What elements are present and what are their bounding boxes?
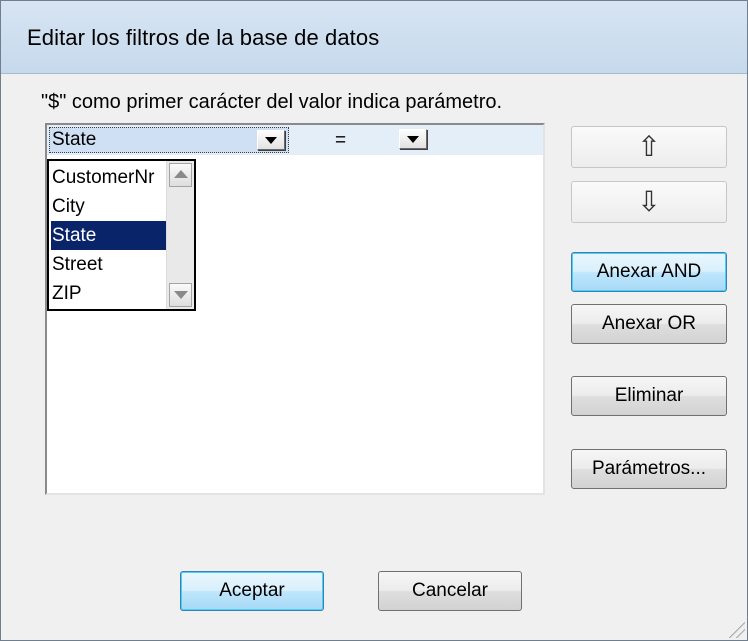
operator-value[interactable]: = [335, 130, 346, 152]
dropdown-option-zip[interactable]: ZIP [51, 279, 166, 308]
dropdown-option-city[interactable]: City [51, 192, 166, 221]
arrow-up-icon: ⇧ [637, 131, 661, 162]
field-dropdown-button[interactable] [257, 130, 285, 150]
delete-button[interactable]: Eliminar [571, 376, 727, 416]
arrow-down-icon: ⇩ [637, 186, 661, 217]
dropdown-option-state[interactable]: State [51, 221, 166, 250]
append-or-button[interactable]: Anexar OR [571, 304, 727, 344]
parameters-button[interactable]: Parámetros... [571, 449, 727, 489]
dropdown-option-customernr[interactable]: CustomerNr [51, 163, 166, 192]
scroll-down-icon[interactable] [169, 283, 192, 307]
parameter-hint: "$" como primer carácter del valor indic… [41, 91, 503, 113]
filter-row[interactable]: State = [47, 125, 543, 155]
ok-button[interactable]: Aceptar [180, 571, 324, 611]
scroll-up-icon[interactable] [169, 163, 192, 187]
field-combo-value: State [52, 129, 97, 150]
move-down-button[interactable]: ⇩ [571, 181, 727, 223]
dialog-body: "$" como primer carácter del valor indic… [9, 74, 739, 632]
field-dropdown-list[interactable]: CustomerNr City State Street ZIP [47, 159, 196, 311]
dropdown-scrollbar[interactable] [166, 161, 194, 309]
operator-dropdown-button[interactable] [399, 129, 427, 149]
resize-grip-icon[interactable] [729, 622, 745, 638]
move-up-button[interactable]: ⇧ [571, 126, 727, 168]
append-and-button[interactable]: Anexar AND [571, 252, 727, 292]
title-bar[interactable]: Editar los filtros de la base de datos [1, 1, 747, 74]
cancel-button[interactable]: Cancelar [378, 571, 522, 611]
database-filters-dialog: Editar los filtros de la base de datos "… [0, 0, 748, 641]
field-combo[interactable]: State [49, 127, 289, 153]
dialog-title: Editar los filtros de la base de datos [27, 25, 380, 50]
dropdown-option-street[interactable]: Street [51, 250, 166, 279]
